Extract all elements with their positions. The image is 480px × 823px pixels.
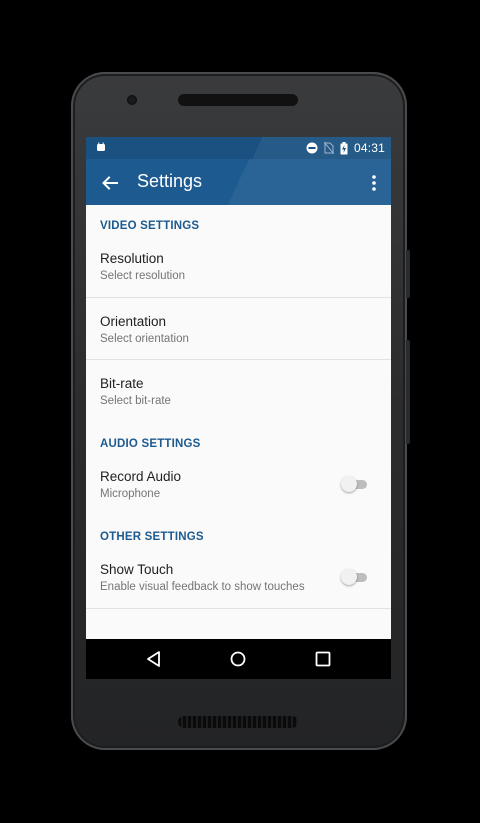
status-bar: 04:31 xyxy=(86,137,391,159)
do-not-disturb-icon xyxy=(306,142,318,154)
android-notification-icon xyxy=(97,142,105,151)
arrow-back-icon[interactable] xyxy=(100,173,120,193)
recents-square-icon[interactable] xyxy=(313,649,333,669)
battery-charging-icon xyxy=(340,141,348,154)
home-circle-icon[interactable] xyxy=(228,649,248,669)
item-title: Orientation xyxy=(100,314,167,329)
item-title: Resolution xyxy=(100,251,164,266)
front-camera xyxy=(127,95,137,105)
screen: 04:31 Settings VIDEO SETTINGS Resolution… xyxy=(86,137,391,679)
back-triangle-icon[interactable] xyxy=(144,649,164,669)
navigation-bar xyxy=(86,639,391,679)
divider xyxy=(86,608,391,609)
item-subtitle: Microphone xyxy=(100,488,161,500)
section-header-video: VIDEO SETTINGS xyxy=(100,220,200,232)
status-time: 04:31 xyxy=(353,141,385,155)
settings-item-resolution[interactable]: Resolution Select resolution xyxy=(86,241,391,298)
item-title: Bit-rate xyxy=(100,376,144,391)
show-touch-toggle[interactable] xyxy=(341,569,369,585)
item-subtitle: Enable visual feedback to show touches xyxy=(100,581,305,593)
more-vert-icon[interactable] xyxy=(369,173,379,193)
section-header-audio: AUDIO SETTINGS xyxy=(100,438,201,450)
settings-item-orientation[interactable]: Orientation Select orientation xyxy=(86,298,391,360)
settings-item-record-audio[interactable]: Record Audio Microphone xyxy=(86,459,391,511)
power-button xyxy=(406,340,410,444)
earpiece-speaker xyxy=(178,94,298,106)
item-title: Record Audio xyxy=(100,469,182,484)
settings-item-show-touch[interactable]: Show Touch Enable visual feedback to sho… xyxy=(86,552,391,604)
page-title: Settings xyxy=(137,171,203,191)
volume-button xyxy=(406,250,410,298)
item-subtitle: Select resolution xyxy=(100,270,186,282)
section-header-other: OTHER SETTINGS xyxy=(100,531,204,543)
record-audio-toggle[interactable] xyxy=(341,476,369,492)
settings-item-bitrate[interactable]: Bit-rate Select bit-rate xyxy=(86,360,391,422)
bottom-speaker xyxy=(178,716,298,728)
item-title: Show Touch xyxy=(100,562,174,577)
app-bar xyxy=(86,159,391,205)
no-sim-icon xyxy=(323,142,334,154)
item-subtitle: Select orientation xyxy=(100,333,189,345)
item-subtitle: Select bit-rate xyxy=(100,395,171,407)
